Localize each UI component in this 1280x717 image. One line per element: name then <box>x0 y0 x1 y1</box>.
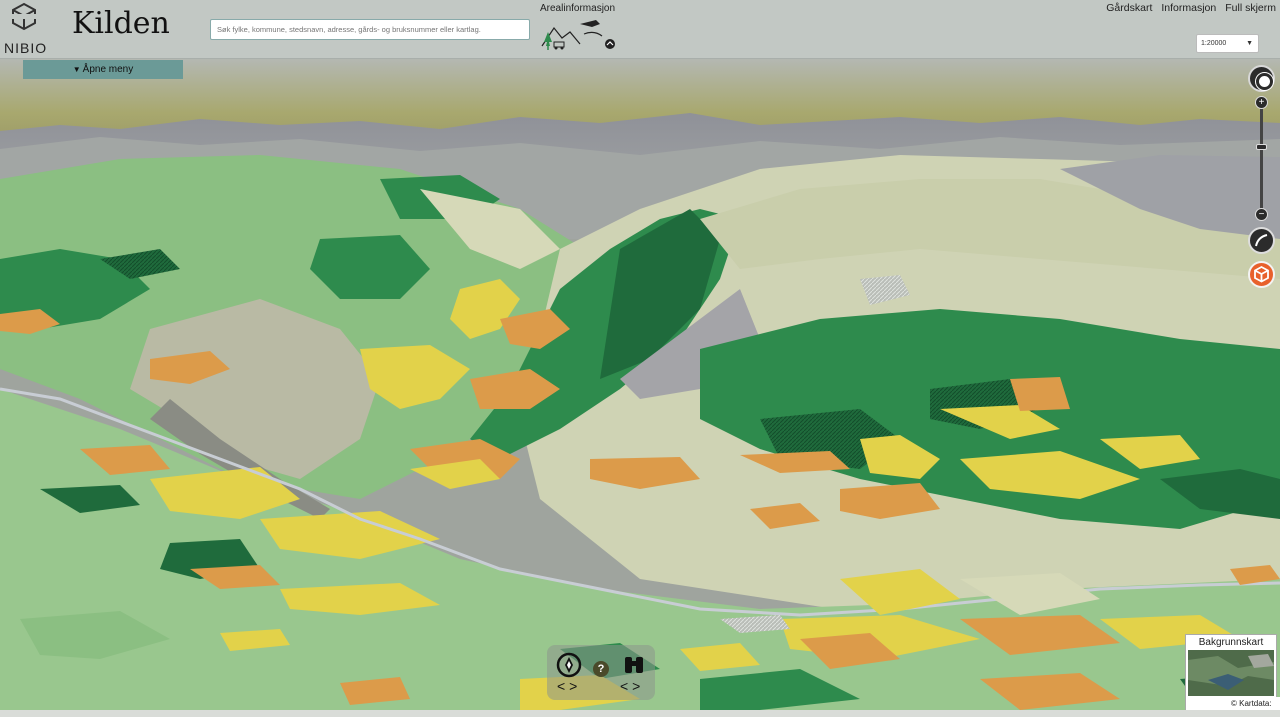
orbit-arrows-icon[interactable]: < > <box>557 678 577 694</box>
scale-value: 1:20000 <box>1201 40 1227 47</box>
open-menu-label: Åpne meny <box>82 64 134 75</box>
nav-informasjon[interactable]: Informasjon <box>1161 2 1216 14</box>
landscape-icon <box>541 20 615 50</box>
top-navigation: Gårdskart Informasjon Full skjerm <box>1106 2 1276 14</box>
flight-path-button[interactable] <box>1248 227 1275 254</box>
help-button[interactable]: ? <box>593 661 609 677</box>
arealinformasjon-button[interactable]: Arealinformasjon <box>540 3 620 55</box>
3d-terrain-map[interactable] <box>0 59 1280 710</box>
zoom-in-button[interactable]: + <box>1255 96 1268 109</box>
open-menu-button[interactable]: ▼ Åpne meny <box>23 60 183 79</box>
basemap-thumbnail[interactable] <box>1188 650 1274 696</box>
3d-box-button[interactable] <box>1248 261 1275 288</box>
binoculars-icon[interactable] <box>623 653 645 677</box>
zoom-handle[interactable] <box>1256 144 1267 150</box>
orbit-compass-icon[interactable] <box>556 652 582 678</box>
3d-box-icon <box>1254 265 1269 283</box>
app-title: Kilden <box>72 6 170 41</box>
status-bar <box>0 710 1280 717</box>
search-input[interactable] <box>210 19 530 40</box>
compass-icon[interactable] <box>1248 65 1275 92</box>
terrain-view <box>0 59 1280 710</box>
cube-logo-icon <box>10 2 38 31</box>
basemap-label: Bakgrunnskart <box>1198 637 1264 648</box>
top-header: NIBIO Kilden Arealinformasjon Gårdskart … <box>0 0 1280 59</box>
arealinformasjon-label: Arealinformasjon <box>540 3 616 14</box>
chevron-down-icon: ▼ <box>1246 40 1253 47</box>
nav-full-skjerm[interactable]: Full skjerm <box>1225 2 1276 14</box>
flight-path-icon <box>1255 234 1268 247</box>
look-arrows-icon[interactable]: < > <box>620 678 640 694</box>
nav-gardskart[interactable]: Gårdskart <box>1106 2 1152 14</box>
zoom-out-button[interactable]: − <box>1255 208 1268 221</box>
map-attribution: © Kartdata: <box>1228 697 1280 710</box>
zoom-slider[interactable] <box>1260 100 1263 214</box>
triangle-down-icon: ▼ <box>72 65 81 74</box>
nibio-logo[interactable]: NIBIO <box>2 2 48 56</box>
scale-select[interactable]: 1:20000 ▼ <box>1196 34 1259 53</box>
logo-text: NIBIO <box>4 40 48 56</box>
